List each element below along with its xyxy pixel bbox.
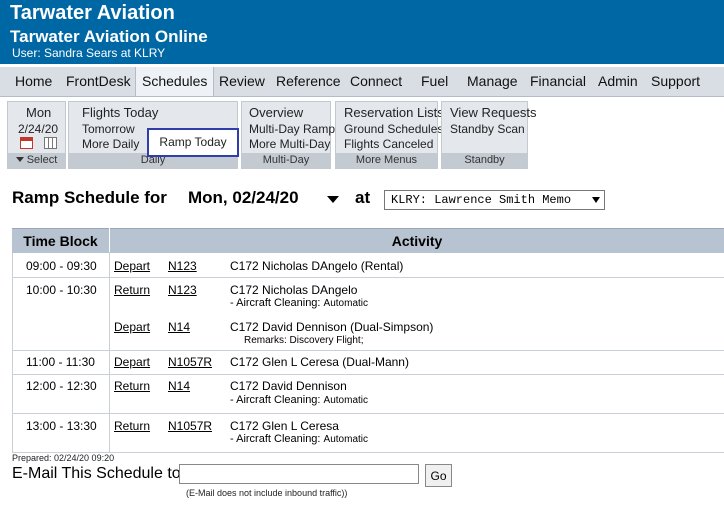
weekday-label: Mon [26,105,52,120]
table-row: 09:00 - 09:30 Depart N123 C172 Nicholas … [12,252,724,278]
app-subtitle: Tarwater Aviation Online [10,27,208,46]
date-label: 2/24/20 [18,122,59,136]
nav-frontdesk[interactable]: FrontDesk [66,67,131,96]
nav-connect[interactable]: Connect [350,67,402,96]
ramp-today-button[interactable]: Ramp Today [147,128,239,157]
activity-description: C172 David Dennison [230,379,347,393]
app-header: Tarwater Aviation Tarwater Aviation Onli… [0,0,724,64]
select-footer[interactable]: Select [8,153,65,168]
nav-review[interactable]: Review [219,67,265,96]
nav-support[interactable]: Support [651,67,700,96]
time-block: 11:00 - 11:30 [26,355,95,369]
service-label: - Aircraft Cleaning: [230,297,321,309]
more-daily-link[interactable]: More Daily [82,137,139,151]
more-multi-day-link[interactable]: More Multi-Day [249,137,330,151]
ground-schedules-link[interactable]: Ground Schedules [344,122,443,136]
ramp-today-label: Ramp Today [159,135,227,149]
prepared-timestamp: Prepared: 02/24/20 09:20 [12,453,115,463]
main-nav: Home FrontDesk Schedules Review Referenc… [0,67,724,97]
table-row: 12:00 - 12:30 Return N14 C172 David Denn… [12,374,724,414]
service-value: Automatic [323,298,369,309]
action-link[interactable]: Depart [114,355,150,369]
standby-group: View Requests Standby Scan Standby [441,101,536,169]
action-link[interactable]: Return [114,283,150,297]
time-block: 13:00 - 13:30 [26,419,97,433]
remarks: Remarks: Discovery Flight; [244,335,364,346]
activity-description: C172 David Dennison (Dual-Simpson) [230,320,434,334]
email-label: E-Mail This Schedule to: [12,465,186,482]
action-link[interactable]: Return [114,379,150,393]
select-arrow-icon [592,197,600,203]
at-label: at [355,188,371,207]
nav-financial[interactable]: Financial [530,67,586,96]
nav-manage[interactable]: Manage [467,67,518,96]
action-link[interactable]: Return [114,419,150,433]
standby-footer: Standby [442,153,527,168]
time-block-header: Time Block [12,228,109,253]
multiday-group: Overview Multi-Day Ramp More Multi-Day M… [241,101,335,169]
action-link[interactable]: Depart [114,320,150,334]
table-row: 13:00 - 13:30 Return N1057R C172 Glen L … [12,413,724,453]
tail-number-link[interactable]: N14 [168,320,190,334]
service-note: - Aircraft Cleaning: Automatic [230,433,368,445]
nav-schedules[interactable]: Schedules [135,67,215,96]
date-picker[interactable]: Mon, 02/24/20 [188,188,299,208]
overview-link[interactable]: Overview [249,105,303,120]
action-link[interactable]: Depart [114,259,150,273]
service-value: Automatic [323,434,369,445]
multi-day-ramp-link[interactable]: Multi-Day Ramp [249,122,335,136]
nav-home[interactable]: Home [15,67,52,96]
tomorrow-link[interactable]: Tomorrow [82,122,135,136]
email-note: (E-Mail does not include inbound traffic… [186,488,348,498]
view-requests-link[interactable]: View Requests [450,105,536,120]
activity-header: Activity [110,228,724,253]
more-menus-footer: More Menus [336,153,437,168]
page-title: Ramp Schedule for [12,188,167,207]
tail-number-link[interactable]: N123 [168,283,197,297]
chevron-down-icon[interactable] [327,196,339,203]
service-label: - Aircraft Cleaning: [230,433,321,445]
grid-icon[interactable] [44,137,57,149]
flights-today-link[interactable]: Flights Today [82,105,158,120]
tail-number-link[interactable]: N1057R [168,419,212,433]
service-label: - Aircraft Cleaning: [230,394,321,406]
service-note: - Aircraft Cleaning: Automatic [230,394,368,406]
more-menus-group: Reservation Lists Ground Schedules Fligh… [335,101,444,169]
nav-admin[interactable]: Admin [598,67,638,96]
caret-down-icon [15,157,24,162]
activity-description: C172 Glen L Ceresa [230,419,339,433]
tail-number-link[interactable]: N123 [168,259,197,273]
table-row: 11:00 - 11:30 Depart N1057R C172 Glen L … [12,350,724,375]
go-button[interactable]: Go [425,464,452,487]
time-block: 10:00 - 10:30 [26,283,97,297]
tail-number-link[interactable]: N14 [168,379,190,393]
table-row: 10:00 - 10:30 Return N123 C172 Nicholas … [12,277,724,351]
nav-reference[interactable]: Reference [276,67,341,96]
calendar-icon[interactable] [20,137,33,149]
select-label: Select [26,154,58,166]
user-line: User: Sandra Sears at KLRY [12,46,166,60]
time-block: 09:00 - 09:30 [26,259,97,273]
airport-select-value: KLRY: Lawrence Smith Memo [391,193,572,207]
app-title: Tarwater Aviation [10,2,175,24]
airport-select[interactable]: KLRY: Lawrence Smith Memo [384,190,605,210]
activity-description: C172 Nicholas DAngelo (Rental) [230,259,404,273]
date-select-group: Mon 2/24/20 Select [7,101,66,169]
standby-scan-link[interactable]: Standby Scan [450,122,525,136]
service-value: Automatic [323,395,369,406]
flights-canceled-link[interactable]: Flights Canceled [344,137,433,151]
activity-description: C172 Glen L Ceresa (Dual-Mann) [230,355,409,369]
service-note: - Aircraft Cleaning: Automatic [230,297,368,309]
reservation-lists-link[interactable]: Reservation Lists [344,105,444,120]
multiday-footer: Multi-Day [242,153,330,168]
tail-number-link[interactable]: N1057R [168,355,212,369]
time-block: 12:00 - 12:30 [26,379,97,393]
email-input[interactable] [179,464,419,484]
activity-description: C172 Nicholas DAngelo [230,283,358,297]
nav-fuel[interactable]: Fuel [421,67,448,96]
